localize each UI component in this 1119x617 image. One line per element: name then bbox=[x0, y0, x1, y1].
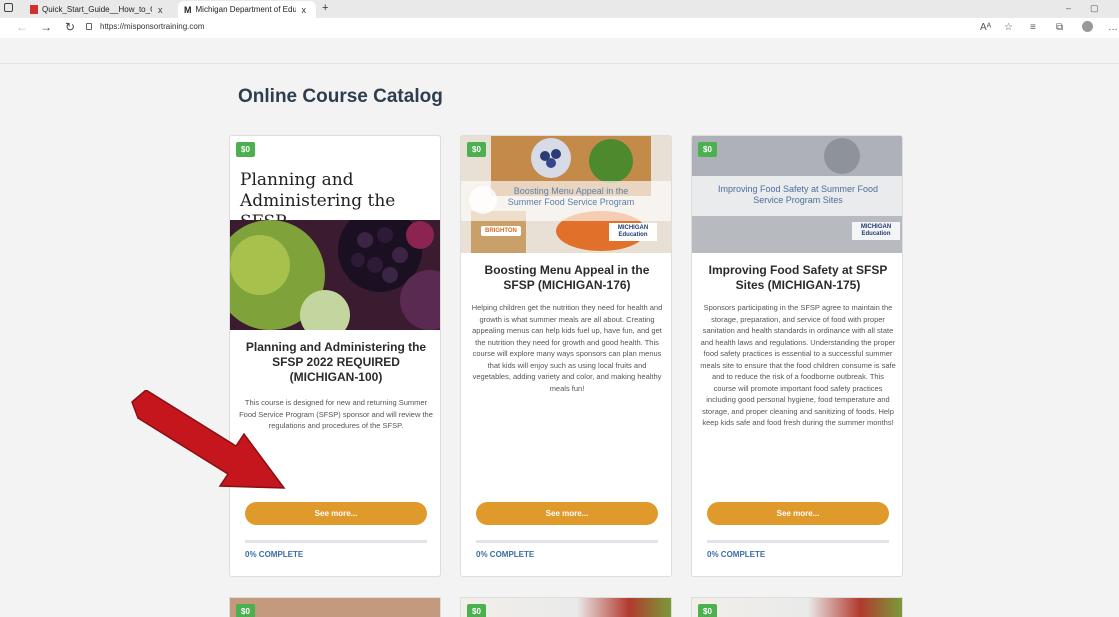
profile-avatar[interactable] bbox=[1082, 21, 1093, 32]
progress-bar bbox=[245, 540, 427, 543]
tab-label: Quick_Start_Guide__How_to_Cre bbox=[42, 5, 152, 14]
course-image bbox=[230, 220, 440, 330]
tab-pdf-guide[interactable]: Quick_Start_Guide__How_to_Cre x bbox=[24, 1, 176, 18]
tab-actions-icon[interactable] bbox=[4, 3, 13, 12]
red-arrow-annotation-icon bbox=[131, 390, 286, 489]
progress-label: 0% COMPLETE bbox=[707, 550, 766, 559]
price-badge: $0 bbox=[698, 142, 717, 157]
card-banner-text: Improving Food Safety at Summer Food Ser… bbox=[717, 184, 879, 205]
price-badge: $0 bbox=[467, 142, 486, 157]
course-image: Improving Food Safety at Summer Food Ser… bbox=[692, 136, 902, 253]
favorite-star-icon[interactable]: ☆ bbox=[1004, 22, 1013, 33]
more-menu-icon[interactable]: … bbox=[1108, 22, 1118, 33]
back-icon[interactable]: ← bbox=[14, 20, 30, 34]
course-title[interactable]: Boosting Menu Appeal in the SFSP (MICHIG… bbox=[469, 263, 665, 293]
close-tab-icon[interactable]: x bbox=[302, 5, 307, 15]
see-more-button[interactable]: See more... bbox=[476, 502, 658, 525]
see-more-button[interactable]: See more... bbox=[707, 502, 889, 525]
tab-label: Michigan Department of Educati bbox=[195, 5, 296, 14]
price-badge: $0 bbox=[698, 604, 717, 617]
browser-tab-bar: Quick_Start_Guide__How_to_Cre x M Michig… bbox=[0, 0, 1119, 18]
favorites-list-icon[interactable]: ≡ bbox=[1030, 22, 1036, 33]
page-title: Online Course Catalog bbox=[238, 86, 443, 107]
price-badge: $0 bbox=[236, 604, 255, 617]
course-card[interactable]: $0 Planning and Administering the SFSP P… bbox=[229, 135, 441, 577]
price-badge: $0 bbox=[467, 604, 486, 617]
minimize-icon[interactable]: – bbox=[1066, 3, 1071, 13]
brighton-logo: BRIGHTON bbox=[481, 226, 521, 236]
site-favicon-icon: M bbox=[184, 4, 192, 15]
collections-icon[interactable]: ⧉ bbox=[1056, 22, 1063, 33]
progress-label: 0% COMPLETE bbox=[476, 550, 535, 559]
refresh-icon[interactable]: ↻ bbox=[62, 20, 78, 34]
browser-toolbar: ← → ↻ https://misponsortraining.com Aᴬ ☆… bbox=[0, 18, 1119, 64]
course-description: Helping children get the nutrition they … bbox=[471, 303, 663, 393]
michigan-education-logo: MICHIGAN Education bbox=[852, 222, 900, 240]
restore-icon[interactable]: ▢ bbox=[1090, 3, 1099, 14]
new-tab-button[interactable]: + bbox=[322, 2, 328, 14]
michigan-education-logo: MICHIGAN Education bbox=[609, 223, 657, 241]
progress-label: 0% COMPLETE bbox=[245, 550, 304, 559]
read-aloud-icon[interactable]: Aᴬ bbox=[980, 22, 991, 33]
course-card-partial[interactable]: $0 bbox=[229, 597, 441, 617]
course-card-partial[interactable]: $0 bbox=[460, 597, 672, 617]
course-card[interactable]: $0 Boosting Menu Appeal in the Summer Fo… bbox=[460, 135, 672, 577]
course-image: Boosting Menu Appeal in the Summer Food … bbox=[461, 136, 671, 253]
price-badge: $0 bbox=[236, 142, 255, 157]
see-more-button[interactable]: See more... bbox=[245, 502, 427, 525]
course-card[interactable]: $0 Improving Food Safety at Summer Food … bbox=[691, 135, 903, 577]
lock-icon bbox=[86, 23, 92, 30]
fruit-image bbox=[230, 220, 440, 330]
course-description: Sponsors participating in the SFSP agree… bbox=[700, 303, 896, 427]
close-tab-icon[interactable]: x bbox=[158, 5, 163, 15]
course-title[interactable]: Planning and Administering the SFSP 2022… bbox=[238, 340, 434, 385]
course-title[interactable]: Improving Food Safety at SFSP Sites (MIC… bbox=[700, 263, 896, 293]
pdf-icon bbox=[30, 5, 38, 14]
forward-icon[interactable]: → bbox=[38, 20, 54, 34]
course-card-partial[interactable]: $0 bbox=[691, 597, 903, 617]
address-bar[interactable]: https://misponsortraining.com bbox=[100, 22, 205, 31]
tab-michigan-education[interactable]: M Michigan Department of Educati x bbox=[178, 1, 316, 18]
page-content: Online Course Catalog $0 Planning and Ad… bbox=[0, 64, 1119, 617]
card-banner-text: Boosting Menu Appeal in the Summer Food … bbox=[507, 186, 635, 207]
progress-bar bbox=[707, 540, 889, 543]
progress-bar bbox=[476, 540, 658, 543]
